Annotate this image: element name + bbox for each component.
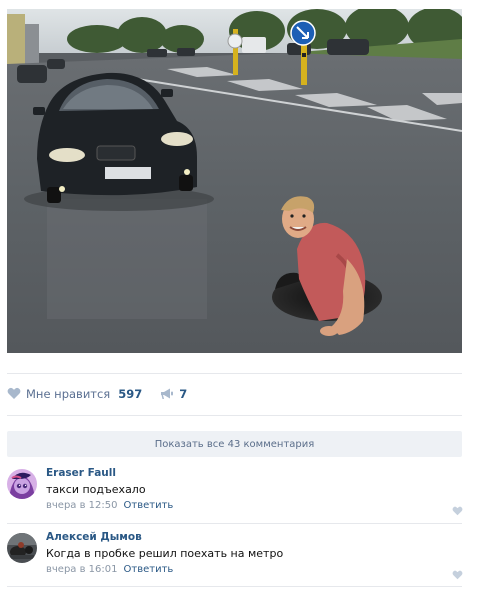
avatar[interactable]	[7, 533, 37, 563]
heart-icon[interactable]	[452, 565, 463, 584]
share-count: 7	[179, 387, 188, 401]
divider	[7, 373, 462, 374]
reply-link[interactable]: Ответить	[124, 564, 174, 575]
comment-meta: вчера в 12:50 Ответить	[46, 500, 173, 511]
comment-text: такси подъехало	[46, 483, 146, 496]
comment-time[interactable]: вчера в 12:50	[46, 500, 118, 511]
comment-text: Когда в пробке решил поехать на метро	[46, 547, 284, 560]
like-button[interactable]: Мне нравится 597	[7, 385, 142, 404]
comment-meta: вчера в 16:01 Ответить	[46, 564, 173, 575]
share-button[interactable]: 7	[160, 385, 187, 404]
divider	[7, 586, 462, 587]
post-actions: Мне нравится 597 7	[7, 384, 187, 404]
comment-author[interactable]: Eraser Faull	[46, 467, 116, 479]
show-all-comments-button[interactable]: Показать все 43 комментария	[7, 431, 462, 457]
comment-author[interactable]: Алексей Дымов	[46, 531, 142, 543]
heart-icon[interactable]	[452, 501, 463, 520]
avatar[interactable]	[7, 469, 37, 499]
divider	[7, 415, 462, 416]
post-photo[interactable]	[7, 9, 462, 353]
divider	[7, 523, 462, 524]
comment-time[interactable]: вчера в 16:01	[46, 564, 118, 575]
comment-item: Алексей Дымов Когда в пробке решил поеха…	[7, 531, 467, 589]
megaphone-icon	[160, 385, 174, 404]
like-label: Мне нравится	[26, 387, 111, 401]
heart-icon	[7, 385, 21, 404]
reply-link[interactable]: Ответить	[124, 500, 174, 511]
like-count: 597	[118, 387, 143, 401]
comment-item: Eraser Faull такси подъехало вчера в 12:…	[7, 467, 467, 525]
